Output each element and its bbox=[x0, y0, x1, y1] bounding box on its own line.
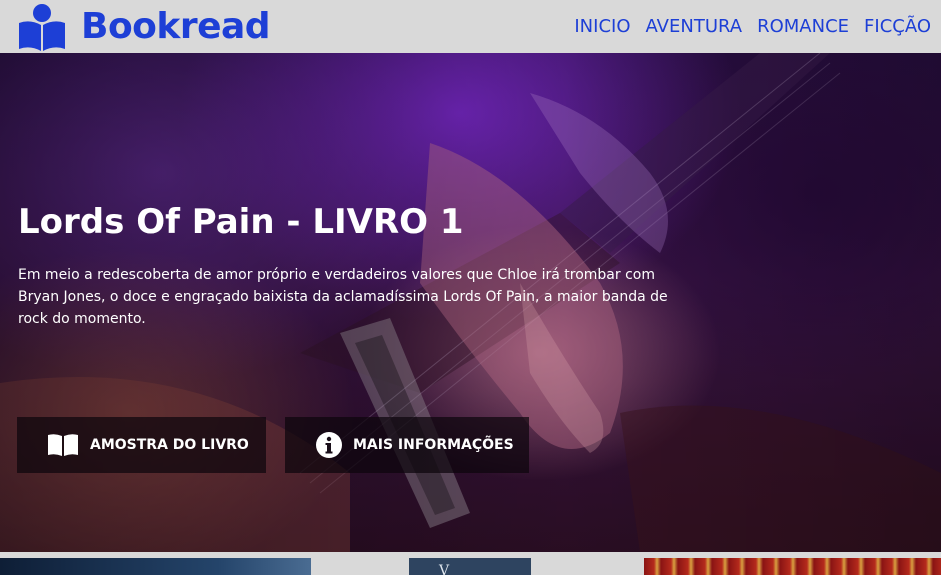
nav-link-aventura[interactable]: AVENTURA bbox=[646, 15, 743, 39]
book-thumbnails-row: V bbox=[0, 552, 941, 575]
book-description: Em meio a redescoberta de amor próprio e… bbox=[18, 267, 668, 327]
open-book-icon bbox=[48, 434, 78, 456]
more-info-label: MAIS INFORMAÇÕES bbox=[353, 437, 514, 453]
thumbnail-cover-text: V bbox=[439, 563, 452, 575]
book-cover-thumbnail[interactable]: V bbox=[409, 558, 531, 575]
nav-link-inicio[interactable]: INICIO bbox=[574, 15, 630, 39]
book-title: Lords Of Pain - LIVRO 1 bbox=[18, 202, 464, 242]
info-circle-icon bbox=[316, 432, 342, 458]
nav-link-romance[interactable]: ROMANCE bbox=[757, 15, 849, 39]
more-info-button[interactable]: MAIS INFORMAÇÕES bbox=[285, 417, 529, 473]
book-sample-label: AMOSTRA DO LIVRO bbox=[90, 437, 249, 453]
book-cover-thumbnail[interactable] bbox=[644, 558, 941, 575]
nav-link-ficcao[interactable]: FICÇÃO bbox=[864, 15, 931, 39]
book-sample-button[interactable]: AMOSTRA DO LIVRO bbox=[17, 417, 266, 473]
main-nav: INICIO AVENTURA ROMANCE FICÇÃO bbox=[559, 15, 931, 39]
hero-banner: Lords Of Pain - LIVRO 1 Em meio a redesc… bbox=[0, 53, 941, 552]
brand-name: Bookread bbox=[81, 5, 271, 47]
top-navbar: Bookread INICIO AVENTURA ROMANCE FICÇÃO bbox=[0, 0, 941, 53]
reader-book-icon bbox=[19, 3, 65, 51]
brand-logo[interactable]: Bookread bbox=[17, 0, 271, 53]
book-cover-thumbnail[interactable] bbox=[0, 558, 311, 575]
